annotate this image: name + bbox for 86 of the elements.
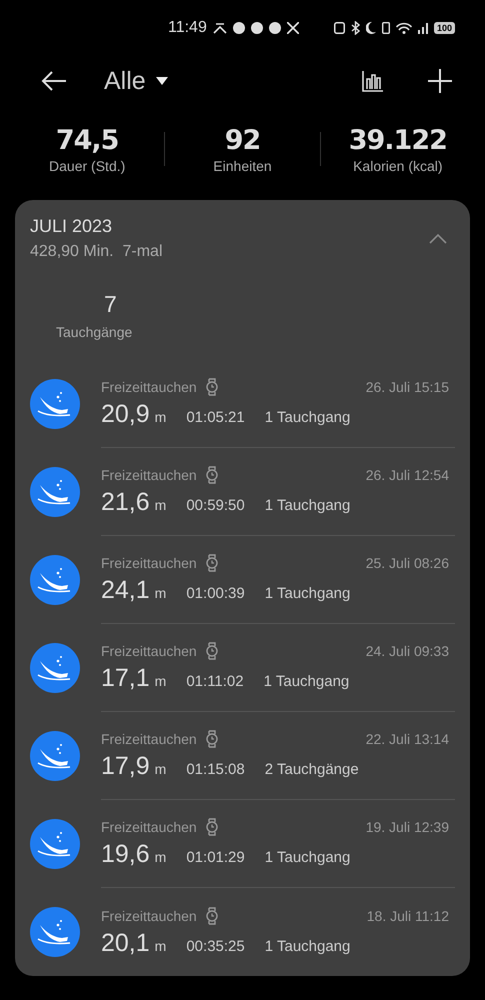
circle-app-icon [268,22,281,34]
dive-depth: 17,9 [101,752,150,781]
signal-icon [418,22,428,34]
month-summary: 428,90 Min. 7-mal [30,243,163,261]
moon-icon [366,22,376,34]
watch-icon [204,818,219,836]
watch-icon [204,378,219,396]
dive-entry[interactable]: Freizeittauchen 22. Juli 13:14 17,9 m 01:15:08 2 Tauchgänge [30,712,455,800]
dive-count: 7 [104,291,117,318]
dive-count: 1 Tauchgang [264,938,350,954]
dive-date: 22. Juli 13:14 [366,731,449,747]
dive-entry[interactable]: Freizeittauchen 26. Juli 15:15 20,9 m 01:05:21 1 Tauchgang [30,360,455,448]
bluetooth-icon [350,21,360,35]
depth-unit: m [154,409,166,425]
filter-dropdown[interactable]: Alle [100,62,172,100]
dive-entry[interactable]: Freizeittauchen 18. Juli 11:12 20,1 m 00:35:25 1 Tauchgang [30,888,455,976]
dive-depth: 20,9 [101,400,150,429]
depth-unit: m [154,938,166,954]
vibrate-icon [382,22,390,34]
depth-unit: m [154,673,166,689]
dive-depth: 21,6 [101,488,150,517]
diver-icon [30,643,80,693]
stat-value: 74,5 [56,124,118,156]
dive-duration: 00:35:25 [186,938,245,954]
dive-entry[interactable]: Freizeittauchen 24. Juli 09:33 17,1 m 01:11:02 1 Tauchgang [30,624,455,712]
dive-entry[interactable]: Freizeittauchen 25. Juli 08:26 24,1 m 01:00:39 1 Tauchgang [30,536,455,624]
depth-unit: m [154,585,166,601]
dive-count: 1 Tauchgang [264,585,350,602]
dive-duration: 01:05:21 [186,409,245,426]
activity-type: Freizeittauchen [101,731,197,747]
stat-value: 92 [224,124,260,156]
activity-type: Freizeittauchen [101,467,197,483]
dive-date: 19. Juli 12:39 [366,819,449,835]
dive-count: 1 Tauchgang [264,409,350,426]
dive-count: 1 Tauchgang [264,497,350,514]
watch-icon [204,466,219,484]
status-time: 11:49 [168,19,207,37]
dive-count: 1 Tauchgang [264,673,350,690]
diver-icon [30,555,80,605]
watch-icon [204,642,219,660]
dive-duration: 01:15:08 [186,761,245,778]
dive-date: 26. Juli 15:15 [366,379,449,395]
dive-depth: 20,1 [101,928,150,958]
dive-count: 2 Tauchgänge [264,761,359,778]
dive-depth: 19,6 [101,840,150,869]
watch-icon [204,554,219,572]
dive-duration: 01:01:29 [186,849,245,866]
dive-count-label: Tauchgänge [56,324,132,340]
activity-type: Freizeittauchen [101,643,197,659]
depth-unit: m [154,849,166,865]
activity-type: Freizeittauchen [101,819,197,835]
activity-type: Freizeittauchen [101,379,197,395]
dive-date: 18. Juli 11:12 [366,908,449,924]
dive-date: 26. Juli 12:54 [366,467,449,483]
diver-icon [30,907,80,957]
dive-date: 25. Juli 08:26 [366,555,449,571]
diver-icon [30,819,80,869]
month-title: JULI 2023 [30,216,114,237]
dive-duration: 00:59:50 [186,497,245,514]
dive-entry[interactable]: Freizeittauchen 26. Juli 12:54 21,6 m 00:59:50 1 Tauchgang [30,448,455,536]
dive-depth: 17,1 [101,664,150,693]
activity-type: Freizeittauchen [101,555,197,571]
stat-label: Einheiten [213,158,272,174]
depth-unit: m [154,497,166,513]
dive-duration: 01:11:02 [186,673,244,690]
dive-depth: 24,1 [101,576,150,605]
stat-label: Dauer (Std.) [49,158,126,174]
wifi-icon [396,22,412,34]
dive-entry[interactable]: Freizeittauchen 19. Juli 12:39 19,6 m 01:01:29 1 Tauchgang [30,800,455,888]
depth-unit: m [154,761,166,777]
dive-date: 24. Juli 09:33 [366,643,449,659]
x-icon [286,22,299,34]
diver-icon [30,379,80,429]
activity-type: Freizeittauchen [101,908,197,924]
stat-label: Kalorien (kcal) [353,158,443,174]
diver-icon [30,731,80,781]
watch-icon [204,730,219,748]
caret-icon [156,76,168,86]
dive-duration: 01:00:39 [186,585,245,602]
nfc-icon [334,22,345,34]
stat-value: 39.122 [348,124,447,156]
circle-app-icon [250,22,263,34]
watch-icon [204,906,219,924]
diver-icon [30,467,80,517]
battery-level: 100 [434,22,455,34]
dive-count: 1 Tauchgang [264,849,350,866]
